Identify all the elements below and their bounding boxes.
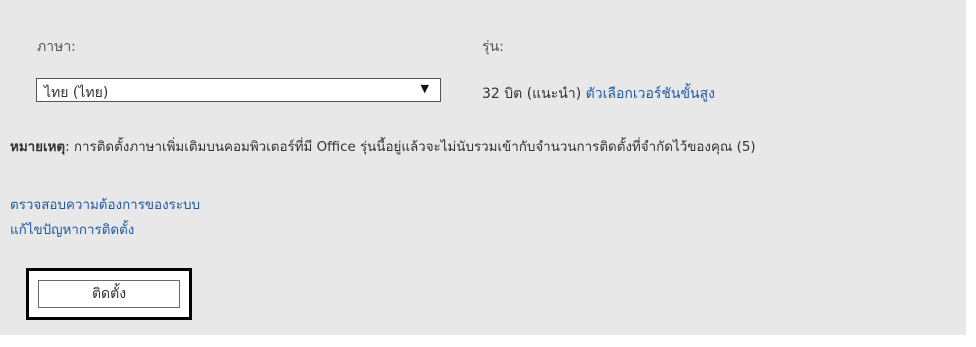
version-label: รุ่น: <box>482 39 504 55</box>
install-note: หมายเหตุ: การติดตั้งภาษาเพิ่มเติมบนคอมพิ… <box>10 136 756 157</box>
note-text: : การติดตั้งภาษาเพิ่มเติมบนคอมพิวเตอร์ที… <box>65 140 756 155</box>
dropdown-arrow-icon: ▼ <box>420 82 429 95</box>
system-requirements-link[interactable]: ตรวจสอบความต้องการของระบบ <box>10 198 200 213</box>
install-options-panel: ภาษา: รุ่น: ไทย (ไทย) ▼ 32 บิต (แนะนำ) ต… <box>0 0 966 335</box>
language-label: ภาษา: <box>37 39 76 55</box>
install-button[interactable]: ติดตั้ง <box>38 280 180 308</box>
language-select-value: ไทย (ไทย) <box>44 85 109 101</box>
version-info: 32 บิต (แนะนำ) ตัวเลือกเวอร์ชันขั้นสูง <box>482 83 715 105</box>
troubleshoot-row: แก้ไขปัญหาการติดตั้ง <box>10 219 134 240</box>
install-button-highlight: ติดตั้ง <box>26 268 192 320</box>
bits-label: 32 บิต (แนะนำ) <box>482 86 582 102</box>
language-select[interactable]: ไทย (ไทย) ▼ <box>36 78 441 102</box>
advanced-version-options-link[interactable]: ตัวเลือกเวอร์ชันขั้นสูง <box>586 86 715 102</box>
troubleshoot-install-link[interactable]: แก้ไขปัญหาการติดตั้ง <box>10 223 134 238</box>
system-requirements-row: ตรวจสอบความต้องการของระบบ <box>10 194 200 215</box>
note-prefix: หมายเหตุ <box>10 140 66 155</box>
